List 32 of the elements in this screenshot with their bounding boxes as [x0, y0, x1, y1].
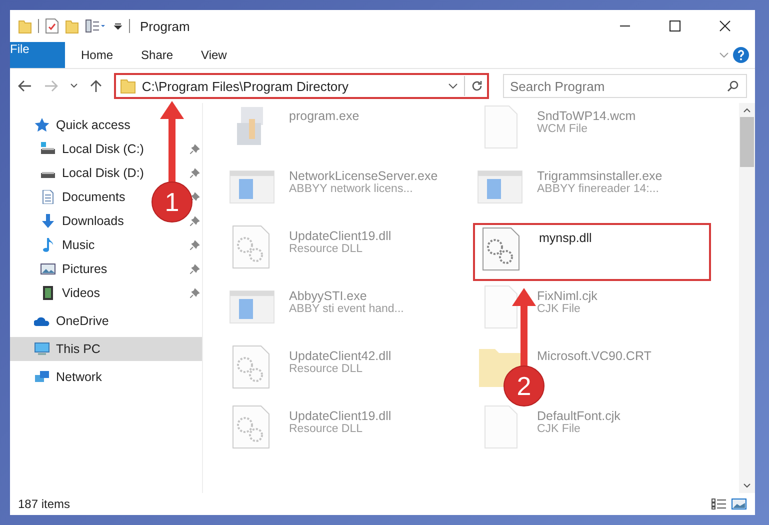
address-field[interactable]: C:\Program Files\Program Directory — [114, 73, 489, 99]
sidebar-item[interactable]: Pictures — [40, 262, 108, 276]
sidebar-item[interactable]: This PC — [34, 342, 100, 356]
file-type: ABBY sti event hand... — [289, 303, 404, 315]
file-type: Resource DLL — [289, 363, 364, 375]
ribbon-tab[interactable]: Share — [129, 42, 186, 68]
ribbon-tab[interactable]: Home — [69, 42, 126, 68]
file-type: Resource DLL — [289, 243, 364, 255]
file-name[interactable]: mynsp.dll — [539, 231, 592, 245]
sidebar-item[interactable]: Music — [40, 238, 95, 252]
callout-badge: 1 — [152, 182, 192, 222]
ribbon-tab[interactable]: View — [189, 42, 239, 68]
item-count: 187 items — [18, 497, 70, 511]
sidebar-item[interactable]: Local Disk (C:) — [40, 142, 144, 156]
search-field[interactable]: Search Program — [503, 74, 747, 98]
address-path: C:\Program Files\Program Directory — [142, 78, 350, 94]
window-title: Program — [140, 18, 190, 34]
sidebar-item[interactable]: Local Disk (D:) — [40, 166, 144, 180]
file-type: ABBYY network licens... — [289, 183, 414, 195]
file-type: Resource DLL — [289, 423, 364, 435]
callout-badge: 2 — [504, 366, 544, 406]
file-type: CJK File — [537, 303, 582, 315]
sidebar-item[interactable]: OneDrive — [34, 314, 109, 328]
ribbon-tab[interactable]: File — [10, 42, 65, 68]
sidebar-item[interactable]: Downloads — [40, 214, 124, 228]
sidebar-item[interactable]: Videos — [40, 286, 100, 300]
sidebar-item[interactable]: Network — [34, 370, 102, 384]
file-type: CJK File — [537, 423, 582, 435]
file-type: WCM File — [537, 123, 588, 135]
sidebar-item[interactable]: Quick access — [34, 118, 130, 132]
sidebar-item[interactable]: Documents — [40, 190, 126, 204]
file-type: ABBYY finereader 14:... — [537, 183, 660, 195]
